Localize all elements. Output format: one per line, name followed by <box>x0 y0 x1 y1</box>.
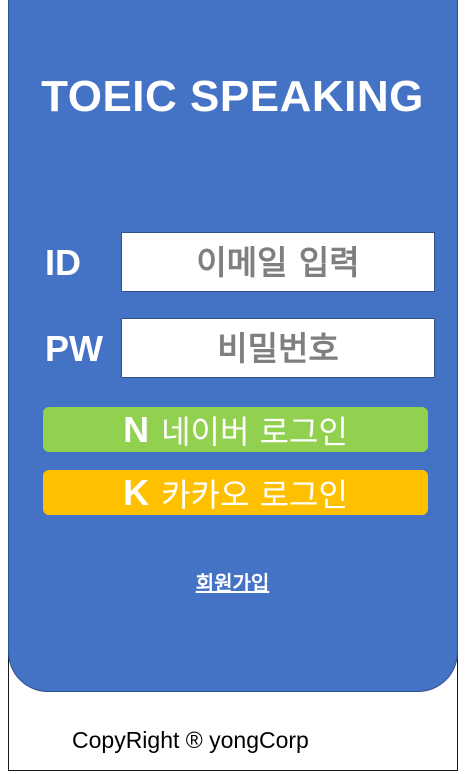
kakao-login-label: 카카오 로그인 <box>161 475 348 514</box>
kakao-k-icon: K <box>123 471 150 513</box>
app-title: TOEIC SPEAKING <box>41 72 424 121</box>
pw-label: PW <box>45 328 103 369</box>
copyright-footer: CopyRight ® yongCorp <box>72 727 309 753</box>
naver-n-icon: N <box>123 408 150 450</box>
email-input[interactable] <box>121 232 435 292</box>
id-label: ID <box>45 242 81 283</box>
signup-link[interactable]: 회원가입 <box>0 567 465 596</box>
naver-login-label: 네이버 로그인 <box>161 412 348 451</box>
password-input[interactable] <box>121 318 435 378</box>
kakao-login-button[interactable]: K 카카오 로그인 <box>43 470 428 515</box>
naver-login-button[interactable]: N 네이버 로그인 <box>43 407 428 452</box>
